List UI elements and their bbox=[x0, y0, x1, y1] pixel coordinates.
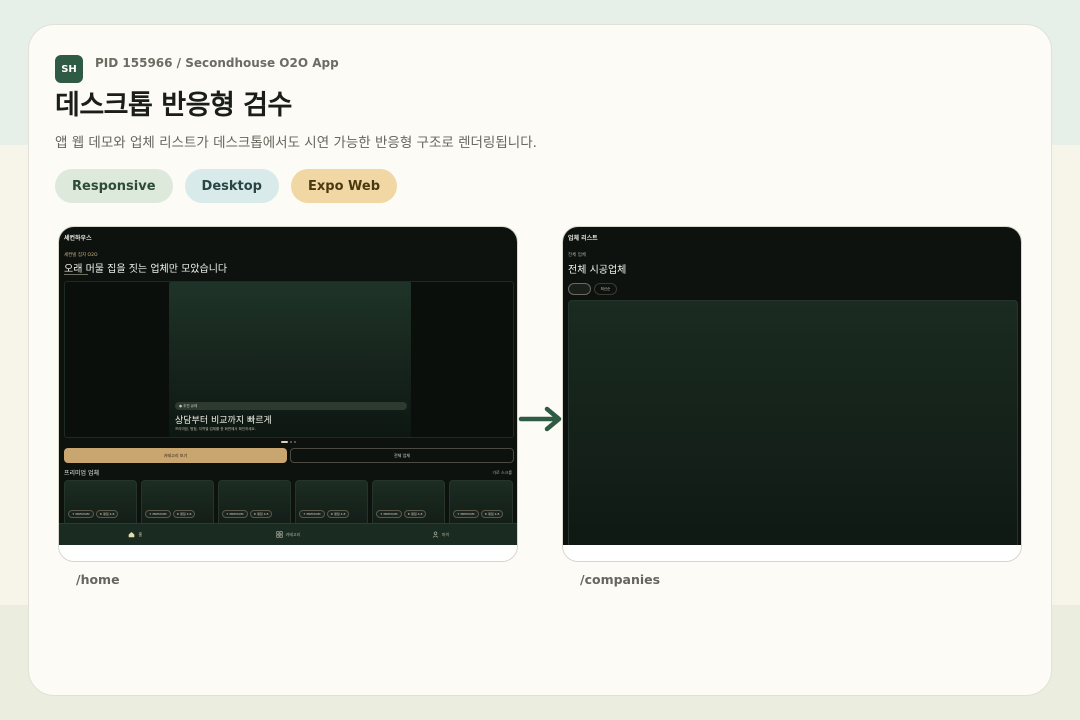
premium-badge: ✦ PREMIUM bbox=[145, 510, 171, 518]
home-screen: 세컨하우스 세컨빌 집지 O2O 오래 머물 집을 짓는 업체만 모았습니다 ●… bbox=[59, 227, 517, 545]
companies-screenshot-frame: 업체 리스트 전체 업체 전체 시공업체 최신순 bbox=[562, 226, 1022, 562]
rating-badge: ★ 평점 4.8 bbox=[326, 510, 350, 518]
company-card[interactable]: ✦ PREMIUM ★ 평점 4.8 bbox=[295, 480, 368, 528]
tab-home[interactable]: 홈 bbox=[59, 524, 212, 545]
scroll-hint[interactable]: 가로 스크롤 bbox=[492, 470, 512, 476]
company-card[interactable]: ✦ PREMIUM ★ 평점 4.8 bbox=[449, 480, 513, 528]
chip-expo-web: Expo Web bbox=[291, 169, 398, 203]
companies-route-label: /companies bbox=[580, 572, 661, 587]
premium-badge: ✦ PREMIUM bbox=[376, 510, 402, 518]
premium-badge: ✦ PREMIUM bbox=[299, 510, 325, 518]
home-headline: 오래 머물 집을 짓는 업체만 모았습니다 bbox=[64, 264, 228, 275]
company-card[interactable]: ✦ PREMIUM ★ 평점 4.8 bbox=[141, 480, 214, 528]
premium-badge: ✦ PREMIUM bbox=[222, 510, 248, 518]
filter-chip-active[interactable] bbox=[568, 283, 591, 295]
companies-screen: 업체 리스트 전체 업체 전체 시공업체 최신순 bbox=[563, 227, 1021, 545]
hero-subtitle: 프리미엄, 평점, 지역별 업체를 한 화면에서 확인하세요. bbox=[175, 427, 256, 431]
hero-carousel[interactable]: ● 추천 큐레 상담부터 비교까지 빠르게 프리미엄, 평점, 지역별 업체를 … bbox=[64, 281, 514, 438]
home-route-label: /home bbox=[76, 572, 120, 587]
home-brand: 세컨하우스 bbox=[64, 235, 92, 242]
carousel-dots bbox=[281, 441, 296, 443]
premium-badge: ✦ PREMIUM bbox=[68, 510, 94, 518]
sort-filter-chip[interactable]: 최신순 bbox=[594, 283, 617, 295]
grid-icon bbox=[276, 531, 283, 538]
company-card[interactable]: ✦ PREMIUM ★ 평점 4.8 bbox=[218, 480, 291, 528]
company-card[interactable]: ✦ PREMIUM ★ 평점 4.8 bbox=[372, 480, 445, 528]
rating-badge: ★ 평점 4.8 bbox=[480, 510, 504, 518]
page-subtitle: 앱 웹 데모와 업체 리스트가 데스크톱에서도 시연 가능한 반응형 구조로 렌… bbox=[55, 135, 537, 151]
page-title: 데스크톱 반응형 검수 bbox=[55, 90, 292, 121]
premium-badge: ✦ PREMIUM bbox=[453, 510, 479, 518]
app-logo: SH bbox=[55, 55, 83, 83]
hero-card[interactable]: ● 추천 큐레 상담부터 비교까지 빠르게 프리미엄, 평점, 지역별 업체를 … bbox=[169, 282, 411, 437]
chip-desktop: Desktop bbox=[184, 169, 279, 203]
tab-my-label: 마이 bbox=[441, 531, 450, 537]
home-screenshot-frame: 세컨하우스 세컨빌 집지 O2O 오래 머물 집을 짓는 업체만 모았습니다 ●… bbox=[58, 226, 518, 562]
tab-category[interactable]: 카테고리 bbox=[212, 524, 365, 545]
home-icon bbox=[129, 532, 135, 538]
category-button[interactable]: 카테고리 보기 bbox=[64, 448, 287, 463]
carousel-dot[interactable] bbox=[294, 441, 296, 443]
tag-chips: Responsive Desktop Expo Web bbox=[55, 169, 398, 203]
all-companies-button[interactable]: 전체 업체 bbox=[290, 448, 514, 463]
rating-badge: ★ 평점 4.8 bbox=[172, 510, 196, 518]
bottom-tab-bar: 홈 카테고리 마이 bbox=[59, 523, 517, 545]
tab-category-label: 카테고리 bbox=[285, 531, 301, 537]
carousel-dot-active[interactable] bbox=[281, 441, 288, 443]
project-id: PID 155966 / Secondhouse O2O App bbox=[95, 56, 339, 70]
rating-badge: ★ 평점 4.8 bbox=[403, 510, 427, 518]
rating-badge: ★ 평점 4.8 bbox=[95, 510, 119, 518]
tab-home-label: 홈 bbox=[138, 531, 143, 537]
user-icon bbox=[432, 531, 439, 538]
rating-badge: ★ 평점 4.8 bbox=[249, 510, 273, 518]
headline-underline bbox=[64, 274, 88, 275]
companies-kicker: 전체 업체 bbox=[568, 253, 586, 258]
premium-section-title: 프리미엄 업체 bbox=[64, 470, 100, 477]
premium-cards: ✦ PREMIUM ★ 평점 4.8 ✦ PREMIUM ★ 평점 4.8 ✦ PR… bbox=[64, 480, 513, 528]
carousel-dot[interactable] bbox=[290, 441, 292, 443]
hero-title: 상담부터 비교까지 빠르게 bbox=[175, 416, 272, 426]
chip-responsive: Responsive bbox=[55, 169, 173, 203]
company-list-card[interactable] bbox=[568, 300, 1018, 545]
companies-headline: 전체 시공업체 bbox=[568, 265, 627, 276]
hero-badge: ● 추천 큐레 bbox=[175, 402, 407, 410]
company-card[interactable]: ✦ PREMIUM ★ 평점 4.8 bbox=[64, 480, 137, 528]
arrow-right-icon bbox=[518, 406, 562, 432]
tab-my[interactable]: 마이 bbox=[364, 524, 517, 545]
home-kicker: 세컨빌 집지 O2O bbox=[64, 253, 98, 258]
companies-brand: 업체 리스트 bbox=[568, 235, 598, 242]
